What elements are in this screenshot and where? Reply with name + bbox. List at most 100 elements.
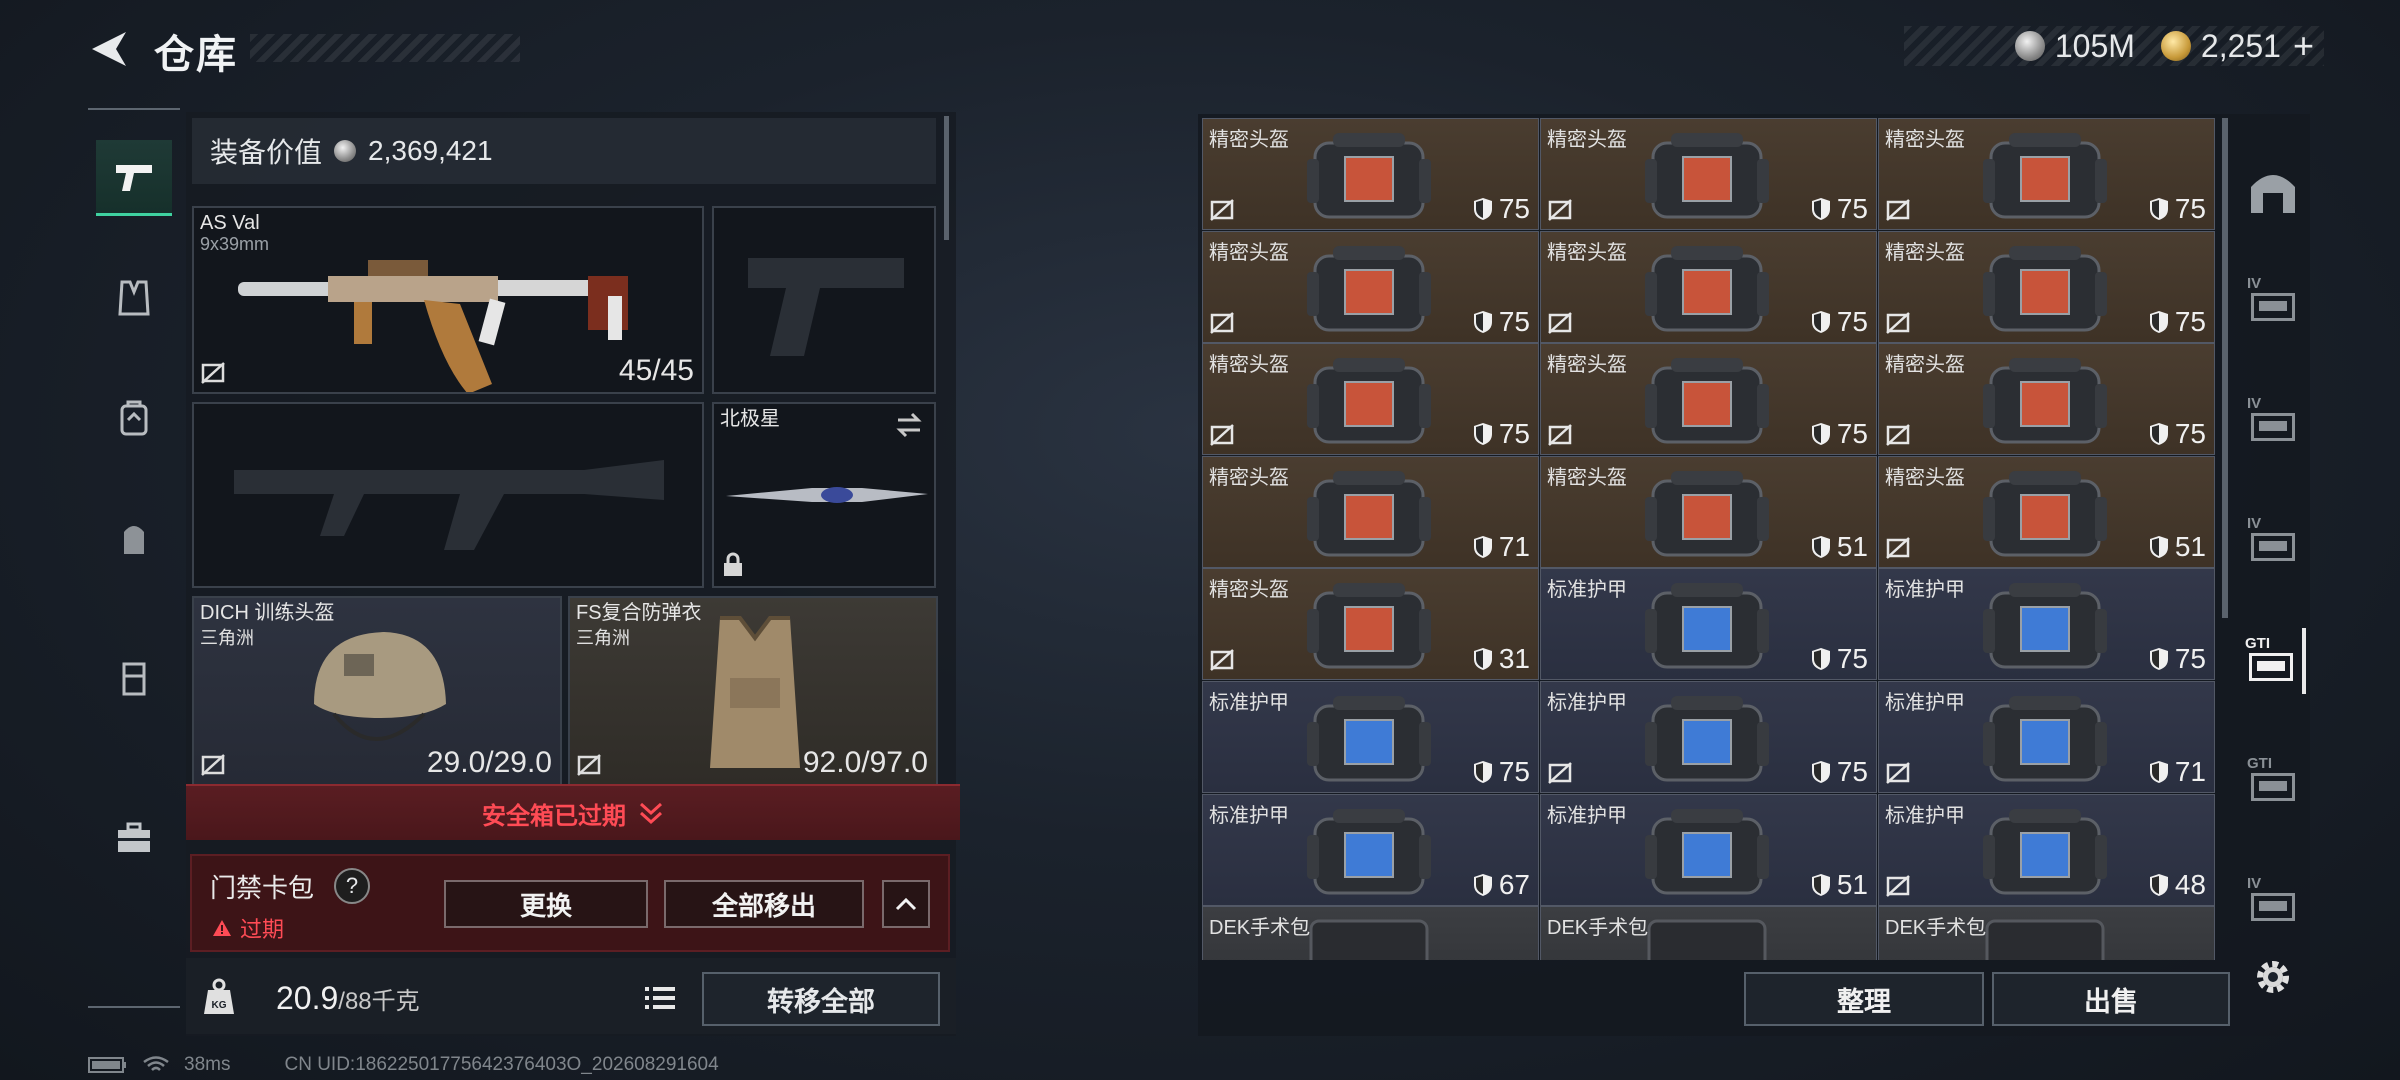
list-view-button[interactable]: [640, 978, 680, 1018]
stash-item-label: 标准护甲: [1547, 692, 1627, 714]
stash-item-label: 精密头盔: [1547, 241, 1627, 264]
stash-item[interactable]: 标准护甲 75: [1540, 681, 1877, 793]
back-button[interactable]: [86, 26, 132, 72]
helmet-slot[interactable]: DICH 训练头盔 三角洲 29.0/29.0: [192, 596, 562, 786]
stash-item[interactable]: 标准护甲 48: [1878, 793, 2215, 906]
stash-item[interactable]: 精密头盔 75: [1540, 343, 1877, 456]
secondary-weapon-slot[interactable]: [192, 402, 704, 588]
stash-item[interactable]: 标准护甲 75: [1202, 681, 1539, 793]
stash-item[interactable]: 标准护甲 67: [1202, 793, 1539, 906]
swap-icon[interactable]: [894, 412, 924, 438]
stash-item[interactable]: DEK手术包: [1202, 906, 1539, 960]
stash-item-label: DEK手术包: [1209, 917, 1311, 940]
durability-value: 75: [1498, 193, 1530, 224]
rail-backpack[interactable]: [96, 380, 172, 456]
helmet-case-image: [1307, 470, 1431, 557]
weight-current: 20.9: [276, 980, 339, 1016]
transfer-all-button[interactable]: 转移全部: [702, 972, 940, 1026]
stash-item[interactable]: 精密头盔 75: [1202, 118, 1539, 230]
container-tab-icon: IV: [2245, 275, 2301, 327]
stash-item[interactable]: 精密头盔 75: [1202, 343, 1539, 456]
durability-value: 75: [1498, 305, 1530, 337]
durability-value: 75: [2174, 193, 2206, 224]
keycard-bag-status-text: 过期: [240, 917, 285, 942]
stash-item[interactable]: 精密头盔 51: [1540, 455, 1877, 568]
helmet-case-image: [1983, 245, 2107, 332]
move-all-out-button[interactable]: 全部移出: [664, 880, 864, 928]
primary-weapon-slot[interactable]: AS Val 9x39mm 45/45: [192, 206, 704, 394]
stash-tab-4[interactable]: GTI: [2240, 628, 2306, 694]
toolbox-icon: [118, 822, 150, 852]
rail-toolbox[interactable]: [96, 800, 172, 876]
stash-item-durability: 75: [1811, 193, 1868, 225]
stash-item[interactable]: 精密头盔 75: [1202, 230, 1539, 343]
armor-case-image: [1307, 808, 1431, 895]
stash-item[interactable]: DEK手术包: [1878, 906, 2215, 960]
medkit-image: [1309, 919, 1429, 960]
stash-tab-3[interactable]: IV: [2240, 508, 2306, 574]
backpack-icon: [120, 400, 148, 436]
helmet-case-image: [1645, 358, 1769, 444]
stash-item[interactable]: 精密头盔 75: [1878, 118, 2215, 230]
stash-tab-6[interactable]: IV: [2240, 868, 2306, 934]
shield-icon: [2149, 873, 2168, 896]
stash-item-label: 标准护甲: [1547, 579, 1627, 602]
stash-item[interactable]: 精密头盔 75: [1540, 118, 1877, 230]
durability-value: 75: [1498, 418, 1530, 450]
helmet-case-image: [1983, 133, 2107, 219]
no-swap-icon: [1210, 649, 1234, 672]
stash-item[interactable]: 精密头盔 75: [1540, 230, 1877, 343]
rifle-silhouette-icon: [234, 460, 664, 550]
stash-item[interactable]: 标准护甲 51: [1540, 793, 1877, 906]
durability-value: 75: [1498, 756, 1530, 787]
stash-item-durability: 51: [1811, 531, 1868, 563]
armor-durability: 92.0/97.0: [802, 746, 928, 779]
stash-item[interactable]: 标准护甲 71: [1878, 681, 2215, 793]
melee-slot[interactable]: 北极星: [712, 402, 936, 588]
armor-slot[interactable]: FS复合防弹衣 三角洲 92.0/97.0: [568, 596, 938, 786]
stash-scrollbar[interactable]: [2222, 118, 2228, 618]
no-swap-icon: [1886, 311, 1910, 334]
chevron-double-down-icon: [639, 802, 663, 825]
collapse-button[interactable]: [882, 880, 930, 928]
rail-vest[interactable]: [96, 260, 172, 336]
stash-item[interactable]: 精密头盔 51: [1878, 455, 2215, 568]
ping: 38ms: [184, 1054, 231, 1075]
durability-value: 75: [2174, 305, 2206, 337]
stash-item-label: 标准护甲: [1547, 804, 1627, 827]
stash-tab-5[interactable]: GTI: [2240, 748, 2306, 814]
stash-item[interactable]: 精密头盔 71: [1202, 455, 1539, 568]
rail-weapons[interactable]: [96, 140, 172, 216]
settings-button[interactable]: [2248, 952, 2298, 1002]
stash-item[interactable]: 精密头盔 75: [1878, 343, 2215, 456]
status-bar: 38ms CN UID:18622501775642376403O_202608…: [88, 1054, 719, 1076]
stash-item[interactable]: 精密头盔 31: [1202, 568, 1539, 681]
stash-tab-2[interactable]: IV: [2240, 388, 2306, 454]
rail-case[interactable]: [96, 640, 172, 716]
stash-item-durability: 71: [2149, 756, 2206, 788]
rail-bag[interactable]: [96, 500, 172, 576]
help-button[interactable]: ?: [334, 868, 370, 904]
stash-item[interactable]: 标准护甲 75: [1878, 568, 2215, 681]
safe-box-expired-bar[interactable]: 安全箱已过期: [186, 784, 960, 840]
shield-icon: [2149, 198, 2168, 220]
shield-icon: [2149, 648, 2168, 671]
stash-item[interactable]: 精密头盔 75: [1878, 230, 2215, 343]
durability-value: 75: [2174, 643, 2206, 675]
sell-button[interactable]: 出售: [1992, 972, 2230, 1026]
silver-coin-icon: [2014, 31, 2045, 61]
stash-tab-main[interactable]: [2240, 158, 2306, 224]
stash-tab-1[interactable]: IV: [2240, 268, 2306, 334]
weight-value: 20.9/88千克: [276, 980, 420, 1017]
pistol-slot[interactable]: [712, 206, 936, 394]
add-currency-button[interactable]: +: [2293, 25, 2314, 67]
silver-amount: 105M: [2054, 27, 2135, 64]
sort-button[interactable]: 整理: [1744, 972, 1984, 1026]
melee-name: 北极星: [720, 408, 780, 430]
stash-item-durability: 75: [1473, 306, 1530, 338]
loadout-scrollbar[interactable]: [944, 116, 949, 240]
medkit-image: [1647, 919, 1767, 960]
replace-button[interactable]: 更换: [444, 880, 648, 928]
stash-item[interactable]: DEK手术包: [1540, 906, 1877, 960]
stash-item[interactable]: 标准护甲 75: [1540, 568, 1877, 681]
